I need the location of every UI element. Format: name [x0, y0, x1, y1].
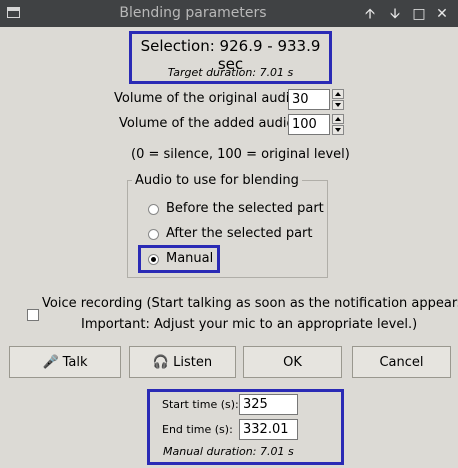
close-icon[interactable]: ✕ — [432, 4, 452, 24]
original-volume-label: Volume of the original audio: — [114, 91, 302, 106]
radio-manual-label[interactable]: Manual — [166, 251, 213, 266]
voice-recording-label[interactable]: Voice recording (Start talking as soon a… — [42, 296, 458, 311]
manual-duration-label: Manual duration: 7.01 s — [163, 445, 294, 458]
cancel-button-label: Cancel — [379, 354, 424, 370]
original-volume-stepper[interactable] — [332, 89, 344, 110]
ok-button-label: OK — [283, 354, 302, 370]
talk-button[interactable]: 🎤 Talk — [9, 346, 121, 378]
decrement-icon[interactable] — [332, 100, 344, 110]
volume-hint: (0 = silence, 100 = original level) — [131, 147, 350, 162]
listen-button-label: Listen — [173, 354, 213, 370]
start-time-input[interactable]: 325 — [239, 394, 298, 415]
listen-button[interactable]: 🎧 Listen — [129, 346, 236, 378]
blend-group-legend: Audio to use for blending — [132, 173, 302, 188]
added-volume-label: Volume of the added audio: — [119, 116, 299, 131]
start-time-label: Start time (s): — [162, 398, 239, 411]
ok-button[interactable]: OK — [243, 346, 342, 378]
restore-icon[interactable]: □ — [409, 4, 429, 24]
added-volume-stepper[interactable] — [332, 114, 344, 135]
radio-manual[interactable] — [148, 254, 159, 265]
cancel-button[interactable]: Cancel — [352, 346, 451, 378]
microphone-icon: 🎤 — [42, 354, 59, 370]
target-duration-label: Target duration: 7.01 s — [167, 66, 294, 79]
voice-recording-checkbox[interactable] — [27, 309, 39, 321]
added-volume-input[interactable]: 100 — [288, 114, 330, 135]
end-time-input[interactable]: 332.01 — [239, 419, 298, 440]
increment-icon[interactable] — [332, 114, 344, 124]
radio-after-label[interactable]: After the selected part — [166, 226, 313, 241]
title-bar: Blending parameters 🡩 🡫 □ ✕ — [0, 0, 458, 27]
voice-recording-note: Important: Adjust your mic to an appropr… — [81, 317, 418, 332]
move-up-icon[interactable]: 🡩 — [360, 4, 380, 24]
move-down-icon[interactable]: 🡫 — [385, 4, 405, 24]
radio-after[interactable] — [148, 229, 159, 240]
original-volume-input[interactable]: 30 — [288, 89, 330, 110]
radio-before[interactable] — [148, 204, 159, 215]
decrement-icon[interactable] — [332, 125, 344, 135]
window-title: Blending parameters — [119, 5, 267, 21]
talk-button-label: Talk — [62, 354, 88, 370]
increment-icon[interactable] — [332, 89, 344, 99]
radio-before-label[interactable]: Before the selected part — [166, 201, 324, 216]
headphones-icon: 🎧 — [152, 354, 170, 370]
end-time-label: End time (s): — [162, 423, 233, 436]
